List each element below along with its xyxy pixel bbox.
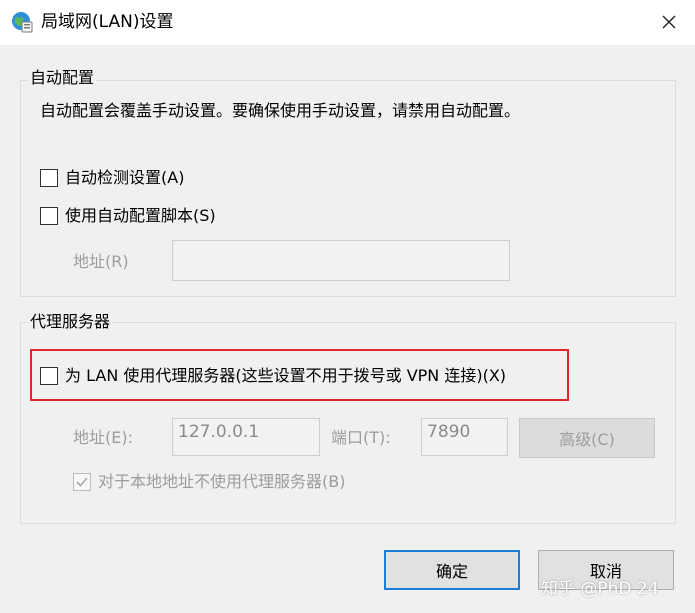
bypass-local-label: 对于本地地址不使用代理服务器(B) xyxy=(98,472,346,491)
bypass-local-checkbox-row[interactable]: 对于本地地址不使用代理服务器(B) xyxy=(73,471,345,493)
bypass-local-checkbox[interactable] xyxy=(73,473,91,491)
script-address-label: 地址(R) xyxy=(73,252,129,271)
proxy-address-field: 127.0.0.1 xyxy=(172,418,320,456)
window-title: 局域网(LAN)设置 xyxy=(41,12,174,32)
watermark: 知乎 @PhD 24 xyxy=(541,579,659,599)
proxy-port-label: 端口(T): xyxy=(331,428,391,447)
close-button[interactable] xyxy=(652,7,686,37)
use-proxy-checkbox[interactable] xyxy=(40,367,58,385)
auto-config-description: 自动配置会覆盖手动设置。要确保使用手动设置，请禁用自动配置。 xyxy=(40,101,521,120)
use-proxy-label: 为 LAN 使用代理服务器(这些设置不用于拨号或 VPN 连接)(X) xyxy=(65,366,507,385)
auto-detect-label: 自动检测设置(A) xyxy=(65,168,185,187)
ok-button[interactable]: 确定 xyxy=(384,550,520,590)
use-script-checkbox[interactable] xyxy=(40,207,58,225)
proxy-port-field: 7890 xyxy=(421,418,508,456)
proxy-group-label: 代理服务器 xyxy=(28,311,113,333)
use-proxy-checkbox-row[interactable]: 为 LAN 使用代理服务器(这些设置不用于拨号或 VPN 连接)(X) xyxy=(40,365,506,387)
use-script-checkbox-row[interactable]: 使用自动配置脚本(S) xyxy=(40,205,216,227)
auto-detect-checkbox[interactable] xyxy=(40,169,58,187)
checkmark-icon xyxy=(76,477,88,487)
auto-config-group-label: 自动配置 xyxy=(28,67,97,89)
globe-settings-icon xyxy=(11,11,33,33)
close-icon xyxy=(662,15,676,29)
auto-detect-checkbox-row[interactable]: 自动检测设置(A) xyxy=(40,167,184,189)
script-address-field xyxy=(172,240,510,281)
proxy-address-label: 地址(E): xyxy=(73,428,133,447)
advanced-button[interactable]: 高级(C) xyxy=(519,418,655,458)
use-script-label: 使用自动配置脚本(S) xyxy=(65,206,216,225)
